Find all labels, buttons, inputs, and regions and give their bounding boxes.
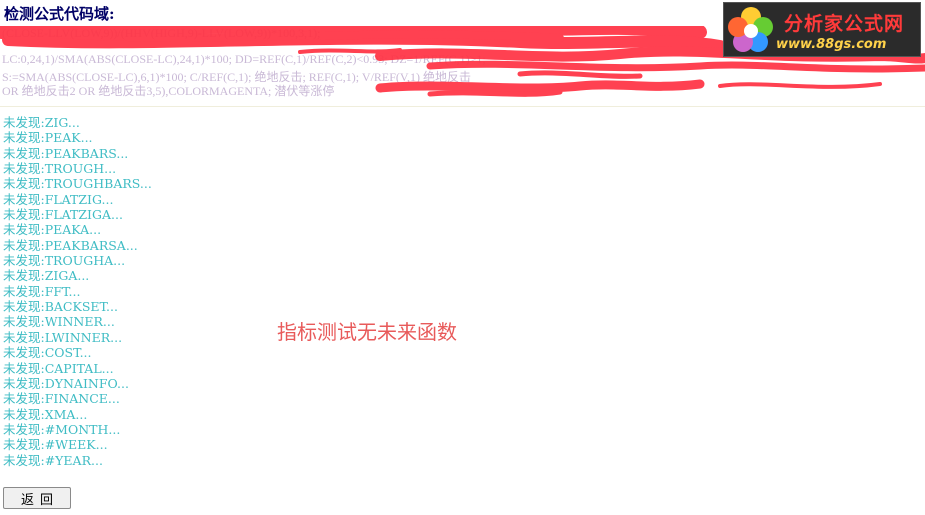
finding-item: 未发现:COST... (3, 345, 92, 361)
result-message: 指标测试无未来函数 (277, 320, 457, 344)
finding-item: 未发现:XMA... (3, 406, 88, 422)
finding-item: 未发现:FLATZIGA... (3, 207, 123, 223)
site-logo: 分析家公式网 www.88gs.com (723, 2, 921, 57)
finding-item: 未发现:TROUGH... (3, 161, 117, 177)
finding-item: 未发现:PEAKBARS... (3, 145, 129, 161)
finding-item: 未发现:PEAKBARSA... (3, 237, 138, 253)
finding-item: 未发现:DYNAINFO... (3, 375, 129, 391)
logo-name: 分析家公式网 (784, 13, 905, 35)
finding-item: 未发现:#MONTH... (3, 421, 121, 437)
finding-item: 未发现:WINNER... (3, 314, 115, 330)
flower-icon (728, 7, 773, 52)
finding-item: 未发现:FINANCE... (3, 391, 120, 407)
findings-list: 未发现:ZIG... 未发现:PEAK... 未发现:PEAKBARS... 未发现:… (3, 115, 152, 468)
finding-item: 未发现:ZIG... (3, 115, 80, 130)
finding-item: 未发现:PEAK... (3, 130, 93, 146)
finding-item: 未发现:ZIGA... (3, 268, 90, 284)
finding-item: 未发现:FLATZIG... (3, 191, 114, 207)
finding-item: 未发现:#WEEK... (3, 437, 108, 453)
divider (0, 106, 925, 107)
finding-item: 未发现:#YEAR... (3, 452, 103, 468)
finding-item: 未发现:FFT... (3, 283, 81, 299)
finding-item: 未发现:TROUGHA... (3, 253, 126, 269)
page-title: 检测公式代码域: (4, 5, 115, 23)
logo-url: www.88gs.com (776, 37, 887, 52)
back-button[interactable]: 返回 (3, 487, 71, 509)
finding-item: 未发现:PEAKA... (3, 222, 102, 238)
finding-item: 未发现:TROUGHBARS... (3, 176, 152, 192)
finding-item: 未发现:CAPITAL... (3, 360, 114, 376)
finding-item: 未发现:LWINNER... (3, 329, 123, 345)
finding-item: 未发现:BACKSET... (3, 299, 118, 315)
